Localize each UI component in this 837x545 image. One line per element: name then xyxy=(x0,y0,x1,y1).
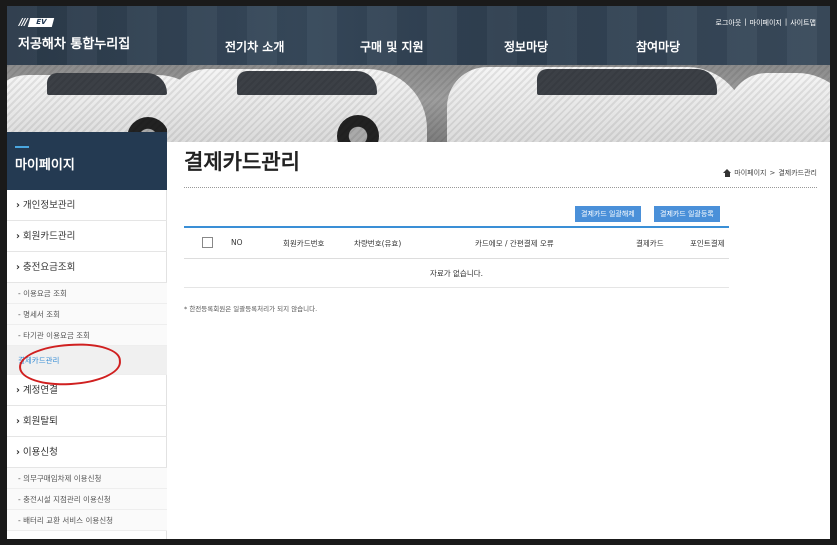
sidebar-title: 마이페이지 xyxy=(15,158,75,173)
table-empty-row: 자료가 없습니다. xyxy=(184,259,729,288)
sidebar-subitem-battery-swap[interactable]: - 배터리 교환 서비스 이용신청 xyxy=(7,510,167,531)
ev-logo[interactable]: /// EV xyxy=(19,17,55,28)
column-header-payment-card: 결제카드 xyxy=(636,239,664,248)
sidebar-menu: › 개인정보관리 › 회원카드관리 › 충전요금조회 - 이용요금 조회 - 명세서 … xyxy=(7,190,167,531)
breadcrumb-current: 결제카드관리 xyxy=(778,169,817,177)
sitemap-link[interactable]: 사이트맵 xyxy=(790,18,816,28)
utility-links: 로그아웃 | 마이페이지 | 사이트맵 xyxy=(716,18,816,28)
page-title: 결제카드관리 xyxy=(184,150,300,174)
sidebar-header: 마이페이지 xyxy=(7,132,167,190)
sidebar-item-account-link[interactable]: › 계정연결 xyxy=(7,375,167,406)
banner-hatch-overlay xyxy=(7,65,830,142)
sidebar-subitem-charging-station[interactable]: - 충전시설 지점관리 이용신청 xyxy=(7,489,167,510)
sidebar-subitem-payment-card[interactable]: 결제카드관리 xyxy=(7,346,167,375)
sidebar-item-personal-info[interactable]: › 개인정보관리 xyxy=(7,190,167,221)
bulk-register-button[interactable]: 결제카드 일괄등록 xyxy=(654,206,720,222)
chevron-right-icon: › xyxy=(16,385,20,396)
sidebar-item-withdraw[interactable]: › 회원탈퇴 xyxy=(7,406,167,437)
sidebar-item-label: 이용신청 xyxy=(22,447,58,458)
sidebar-subitem-statement[interactable]: - 명세서 조회 xyxy=(7,304,167,325)
chevron-right-icon: › xyxy=(16,231,20,242)
gnb-ev-intro[interactable]: 전기차 소개 xyxy=(225,38,284,55)
payment-card-table: NO 회원카드번호 차량번호(유효) 카드에모 / 간편결제 오류 결제카드 포… xyxy=(184,226,729,288)
logo-ev-badge: EV xyxy=(27,18,55,27)
mypage-link[interactable]: 마이페이지 xyxy=(750,18,782,28)
column-header-member-card: 회원카드번호 xyxy=(283,239,325,248)
site-header: /// EV 저공해차 통합누리집 로그아웃 | 마이페이지 | 사이트맵 전기… xyxy=(7,6,830,65)
chevron-right-icon: › xyxy=(16,447,20,458)
sidebar-item-label: 회원카드관리 xyxy=(22,231,76,242)
sidebar-item-member-card[interactable]: › 회원카드관리 xyxy=(7,221,167,252)
logout-link[interactable]: 로그아웃 xyxy=(716,18,742,28)
gnb-info[interactable]: 정보마당 xyxy=(504,38,548,55)
sidebar-item-apply[interactable]: › 이용신청 xyxy=(7,437,167,468)
sidebar-item-label: 계정연결 xyxy=(22,385,58,396)
sidebar-item-label: 충전요금조회 xyxy=(22,262,76,273)
column-header-card-memo: 카드에모 / 간편결제 오류 xyxy=(475,239,554,248)
sidebar-header-accent xyxy=(15,146,29,148)
gnb-purchase-support[interactable]: 구매 및 지원 xyxy=(360,38,424,55)
column-header-no: NO xyxy=(231,238,243,247)
sidebar-subitem-other-agency-fee[interactable]: - 타기관 이용요금 조회 xyxy=(7,325,167,346)
title-divider xyxy=(184,187,817,188)
column-header-vehicle-number: 차량번호(유효) xyxy=(354,239,402,248)
sidebar: 마이페이지 › 개인정보관리 › 회원카드관리 › 충전요금조회 - 이용요금 조회 … xyxy=(7,132,167,539)
browser-viewport: /// EV 저공해차 통합누리집 로그아웃 | 마이페이지 | 사이트맵 전기… xyxy=(7,6,830,539)
util-separator: | xyxy=(784,18,788,26)
sidebar-subitem-usage-fee[interactable]: - 이용요금 조회 xyxy=(7,283,167,304)
notice-text: * 한전등록회원은 일괄등록처리가 되지 않습니다. xyxy=(184,305,318,313)
breadcrumb-item[interactable]: 마이페이지 xyxy=(734,168,766,178)
chevron-right-icon: › xyxy=(16,200,20,211)
select-all-checkbox[interactable] xyxy=(202,237,213,248)
breadcrumb-separator: > xyxy=(769,169,776,177)
sidebar-item-label: 개인정보관리 xyxy=(22,200,76,211)
column-header-point-payment: 포인트결제 xyxy=(690,239,725,248)
breadcrumb: 마이페이지 > 결제카드관리 xyxy=(723,168,817,178)
home-icon[interactable] xyxy=(723,169,732,177)
logo-slashes: /// xyxy=(19,17,28,28)
sidebar-subitem-mandatory-purchase[interactable]: - 의무구매임차제 이용신청 xyxy=(7,468,167,489)
table-header: NO 회원카드번호 차량번호(유효) 카드에모 / 간편결제 오류 결제카드 포… xyxy=(184,226,729,259)
sidebar-item-label: 회원탈퇴 xyxy=(22,416,58,427)
site-title[interactable]: 저공해차 통합누리집 xyxy=(18,33,130,52)
chevron-right-icon: › xyxy=(16,262,20,273)
sidebar-item-charge-fee[interactable]: › 충전요금조회 xyxy=(7,252,167,283)
chevron-right-icon: › xyxy=(16,416,20,427)
util-separator: | xyxy=(744,18,747,26)
bulk-cancel-button[interactable]: 결제카드 일괄해제 xyxy=(575,206,641,222)
hero-banner-image xyxy=(7,65,830,142)
gnb-participation[interactable]: 참여마당 xyxy=(636,38,680,55)
